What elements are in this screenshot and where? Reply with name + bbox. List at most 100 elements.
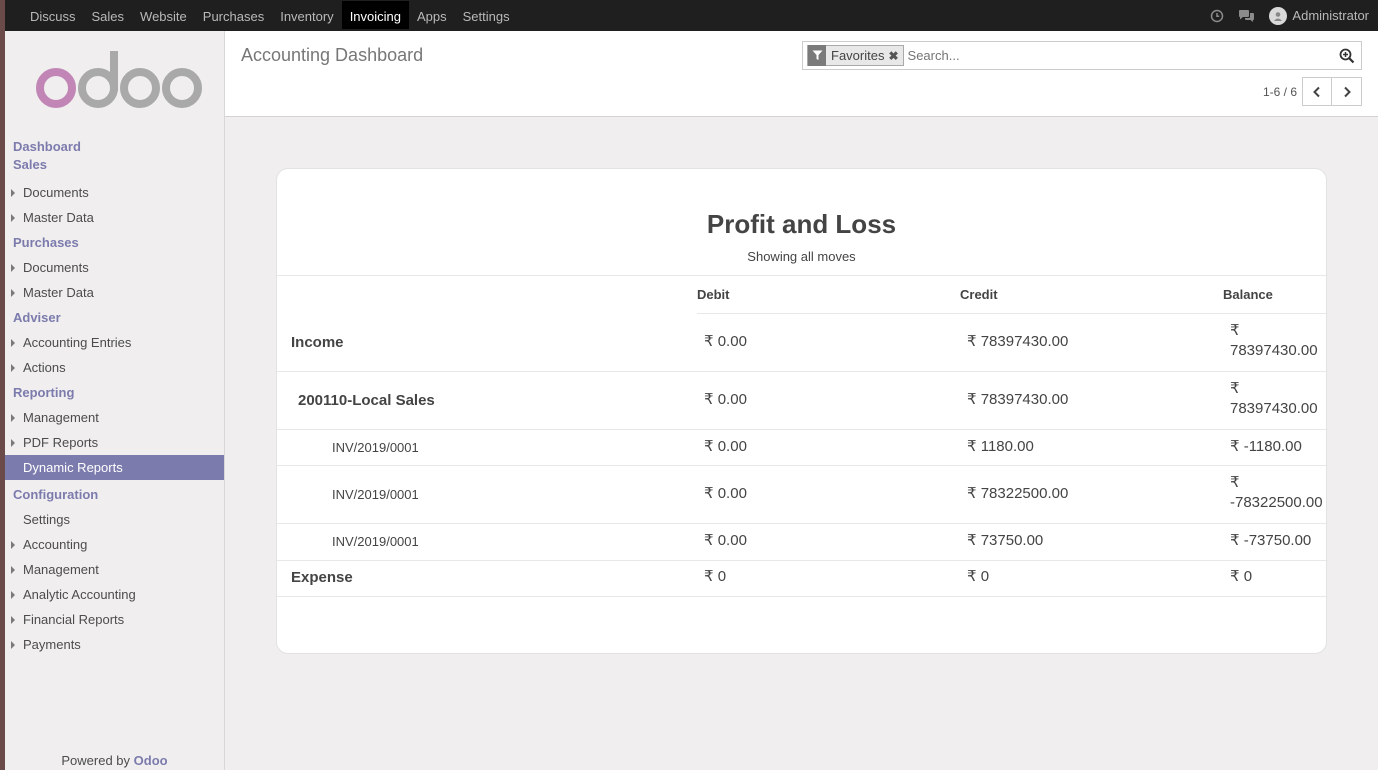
- caret-right-icon: [11, 189, 15, 197]
- report-row-expense[interactable]: Expense ₹ 0 ₹ 0 ₹ 0: [277, 561, 1328, 596]
- sidebar-item-financial-reports[interactable]: Financial Reports: [5, 607, 224, 632]
- search-icon[interactable]: [1339, 48, 1355, 67]
- row-credit: ₹ 78322500.00: [967, 485, 1069, 502]
- sidebar-item-label: Management: [23, 410, 99, 425]
- caret-right-icon: [11, 364, 15, 372]
- column-header-balance: Balance: [1223, 287, 1273, 302]
- row-debit: ₹ 0.00: [704, 485, 747, 502]
- sidebar-section-purchases[interactable]: Purchases: [5, 234, 224, 252]
- row-balance: ₹ -73750.00: [1230, 532, 1312, 549]
- sidebar-section-configuration[interactable]: Configuration: [5, 486, 224, 504]
- sidebar-menu: Dashboard Sales Documents Master Data Pu…: [5, 138, 224, 657]
- pager-next-button[interactable]: [1332, 77, 1362, 106]
- divider: [277, 275, 1328, 276]
- sidebar-item-purchases-documents[interactable]: Documents: [5, 255, 224, 280]
- powered-by-prefix: Powered by: [61, 753, 131, 768]
- sidebar-item-sales-master-data[interactable]: Master Data: [5, 205, 224, 230]
- row-balance: ₹ -78322500.00: [1230, 474, 1323, 511]
- report-card: Profit and Loss Showing all moves Debit …: [276, 168, 1328, 654]
- search-facet[interactable]: Favorites ✖: [807, 45, 904, 66]
- pager-value[interactable]: 1-6 / 6: [1263, 85, 1297, 99]
- report-title: Profit and Loss: [706, 209, 897, 239]
- sidebar: Dashboard Sales Documents Master Data Pu…: [0, 31, 225, 770]
- row-move-name[interactable]: INV/2019/0001: [332, 534, 419, 549]
- row-move-name[interactable]: INV/2019/0001: [332, 487, 419, 502]
- app-sales[interactable]: Sales: [84, 1, 133, 29]
- sidebar-section-reporting[interactable]: Reporting: [5, 384, 224, 402]
- app-apps[interactable]: Apps: [409, 1, 455, 29]
- row-account-name: Income: [291, 334, 344, 351]
- sidebar-item-label: Management: [23, 562, 99, 577]
- row-debit: ₹ 0.00: [704, 391, 747, 408]
- row-debit: ₹ 0.00: [704, 333, 747, 350]
- report-row-local-sales[interactable]: 200110-Local Sales ₹ 0.00 ₹ 78397430.00 …: [277, 372, 1328, 429]
- sidebar-item-purchases-master-data[interactable]: Master Data: [5, 280, 224, 305]
- caret-right-icon: [11, 541, 15, 549]
- sidebar-item-label: Financial Reports: [23, 612, 125, 627]
- search-input[interactable]: [907, 48, 1328, 63]
- search-bar: Favorites ✖: [802, 41, 1362, 70]
- row-move-name[interactable]: INV/2019/0001: [332, 440, 419, 455]
- report-row-move[interactable]: INV/2019/0001 ₹ 0.00 ₹ 73750.00 ₹ -73750…: [277, 524, 1328, 560]
- caret-right-icon: [11, 214, 15, 222]
- sidebar-item-config-management[interactable]: Management: [5, 557, 224, 582]
- sidebar-item-settings[interactable]: Settings: [5, 507, 224, 532]
- sidebar-section-dashboard[interactable]: Dashboard: [5, 138, 224, 156]
- pager-previous-button[interactable]: [1302, 77, 1332, 106]
- caret-right-icon: [11, 264, 15, 272]
- sidebar-item-label: Accounting Entries: [23, 335, 132, 350]
- sidebar-item-actions[interactable]: Actions: [5, 355, 224, 380]
- app-website[interactable]: Website: [132, 1, 195, 29]
- caret-right-icon: [11, 566, 15, 574]
- caret-right-icon: [11, 414, 15, 422]
- sidebar-item-label: Settings: [23, 512, 70, 527]
- user-name: Administrator: [1292, 8, 1369, 23]
- sidebar-section-sales[interactable]: Sales: [5, 156, 224, 174]
- row-debit: ₹ 0.00: [704, 532, 747, 549]
- powered-by: Powered by Odoo: [5, 753, 224, 768]
- chevron-right-icon: [1343, 86, 1351, 97]
- sidebar-item-label: Analytic Accounting: [23, 587, 136, 602]
- app-menu: Discuss Sales Website Purchases Inventor…: [22, 0, 518, 31]
- sidebar-item-label: Accounting: [23, 537, 88, 552]
- sidebar-item-dynamic-reports[interactable]: Dynamic Reports: [5, 455, 224, 480]
- user-menu[interactable]: Administrator: [1269, 6, 1369, 25]
- row-debit: ₹ 0: [704, 568, 727, 585]
- row-credit: ₹ 0: [967, 568, 990, 585]
- app-purchases[interactable]: Purchases: [195, 1, 272, 29]
- app-discuss[interactable]: Discuss: [22, 1, 84, 29]
- chat-icon[interactable]: [1238, 9, 1255, 23]
- sidebar-section-adviser[interactable]: Adviser: [5, 309, 224, 327]
- row-account-name: Expense: [291, 569, 353, 586]
- remove-facet-icon[interactable]: ✖: [888, 49, 902, 63]
- row-balance: ₹ 78397430.00: [1230, 380, 1318, 417]
- sidebar-item-label: Payments: [23, 637, 81, 652]
- app-invoicing[interactable]: Invoicing: [341, 1, 409, 29]
- sidebar-item-pdf-reports[interactable]: PDF Reports: [5, 430, 224, 455]
- report-row-income[interactable]: Income ₹ 0.00 ₹ 78397430.00 ₹ 78397430.0…: [277, 314, 1328, 371]
- app-inventory[interactable]: Inventory: [272, 1, 341, 29]
- sidebar-item-analytic-accounting[interactable]: Analytic Accounting: [5, 582, 224, 607]
- avatar: [1269, 6, 1288, 25]
- report-row-move[interactable]: INV/2019/0001 ₹ 0.00 ₹ 1180.00 ₹ -1180.0…: [277, 430, 1328, 465]
- caret-right-icon: [11, 641, 15, 649]
- activity-clock-icon[interactable]: [1210, 9, 1224, 23]
- sidebar-item-accounting[interactable]: Accounting: [5, 532, 224, 557]
- row-credit: ₹ 1180.00: [967, 438, 1034, 455]
- sidebar-item-payments[interactable]: Payments: [5, 632, 224, 657]
- caret-right-icon: [11, 339, 15, 347]
- search-facet-label: Favorites: [831, 48, 885, 63]
- caret-right-icon: [11, 591, 15, 599]
- sidebar-item-label: Documents: [23, 185, 89, 200]
- row-balance: ₹ 78397430.00: [1230, 322, 1318, 359]
- powered-by-brand-link[interactable]: Odoo: [134, 753, 168, 768]
- report-row-move[interactable]: INV/2019/0001 ₹ 0.00 ₹ 78322500.00 ₹ -78…: [277, 466, 1328, 523]
- control-panel: Accounting Dashboard Favorites ✖ 1-6 / 6: [225, 31, 1378, 117]
- sidebar-item-accounting-entries[interactable]: Accounting Entries: [5, 330, 224, 355]
- sidebar-item-reporting-management[interactable]: Management: [5, 405, 224, 430]
- app-settings[interactable]: Settings: [455, 1, 518, 29]
- sidebar-item-label: PDF Reports: [23, 435, 99, 450]
- row-credit: ₹ 73750.00: [967, 532, 1044, 549]
- column-header-debit: Debit: [697, 287, 730, 302]
- sidebar-item-sales-documents[interactable]: Documents: [5, 180, 224, 205]
